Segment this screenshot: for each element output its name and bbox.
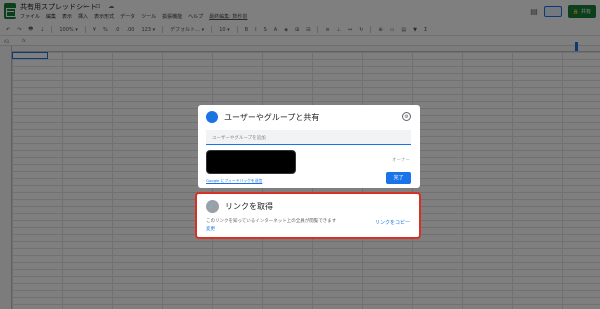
get-link-dialog[interactable]: 🔗 リンクを取得 このリンクを知っているインターネット上の全員が閲覧できます 変… [195,192,421,239]
done-button[interactable]: 完了 [386,172,411,184]
link-access-description: このリンクを知っているインターネット上の全員が閲覧できます [206,219,337,224]
send-feedback-link[interactable]: Google にフィードバックを送信 [206,178,262,184]
change-access-link[interactable]: 変更 [206,226,215,232]
get-link-title: リンクを取得 [225,202,273,211]
share-dialog-title: ユーザーやグループと共有 [224,113,320,122]
settings-gear-icon[interactable]: ⚙ [402,112,411,121]
add-person-icon: 👤 [206,111,218,123]
add-people-input[interactable]: ユーザーやグループを追加 [206,130,411,145]
copy-link-button[interactable]: リンクをコピー [375,219,410,226]
share-dialog: 👤 ユーザーやグループと共有 ⚙ ユーザーやグループを追加 オーナー Googl… [198,105,420,188]
redacted-user-entry [206,150,296,174]
owner-role-label: オーナー [392,158,410,163]
link-icon: 🔗 [206,200,219,213]
